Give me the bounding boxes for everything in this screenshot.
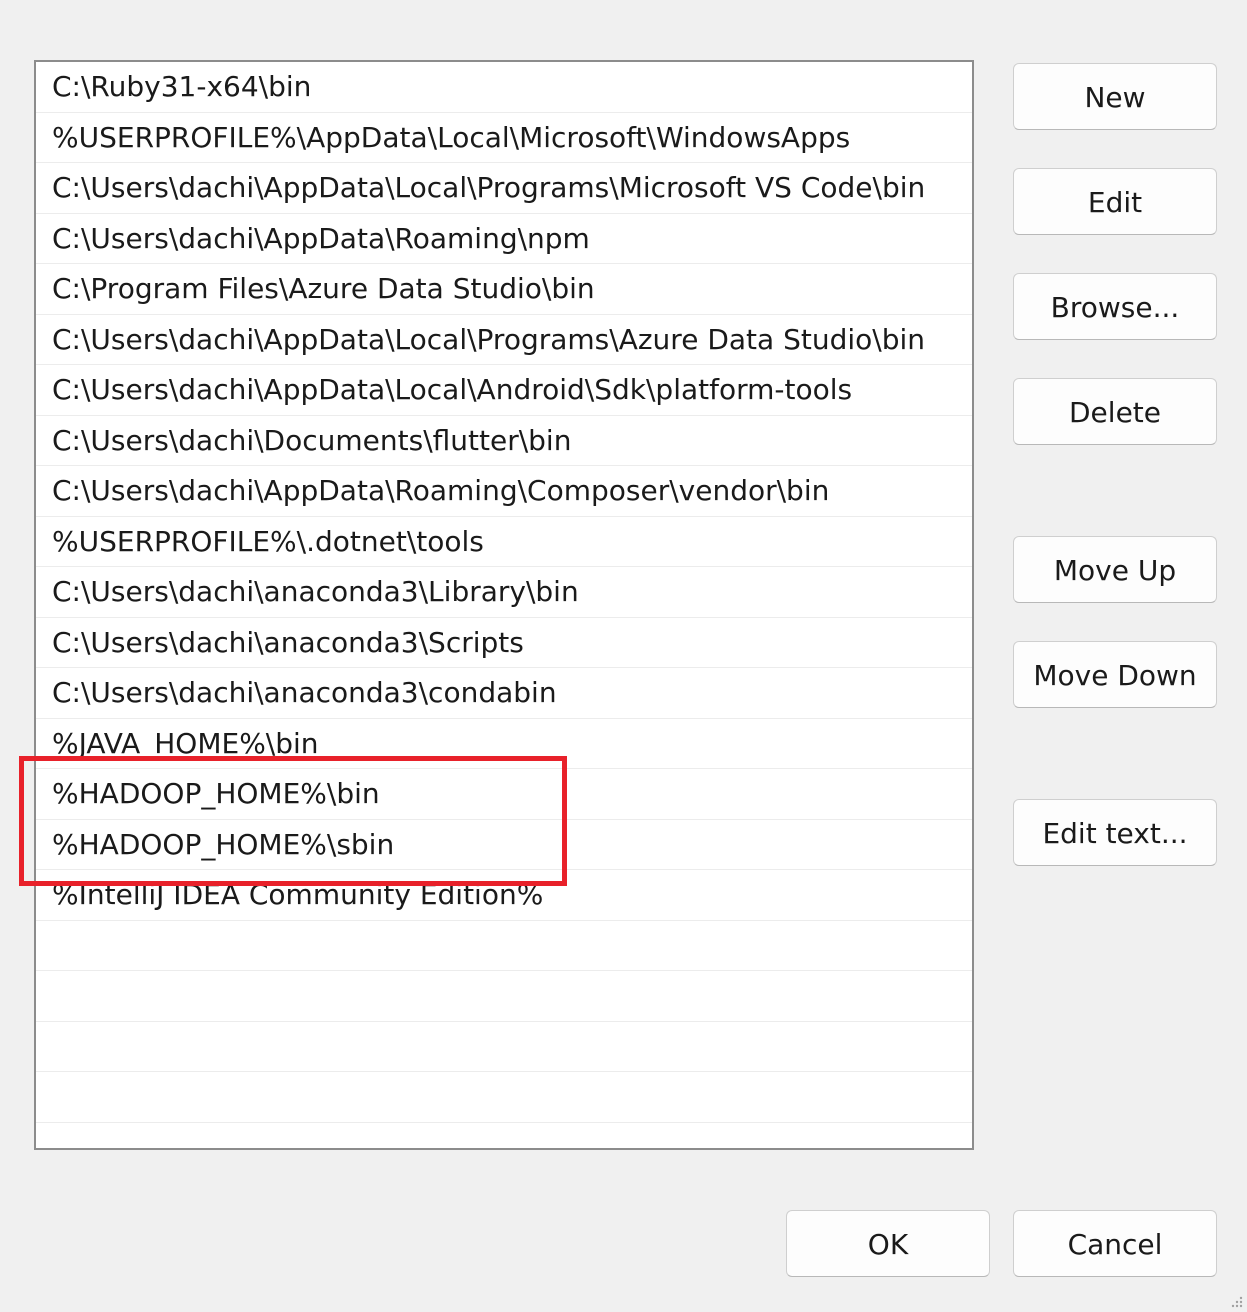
path-entry-row[interactable]: C:\Ruby31-x64\bin [36,62,972,113]
path-entry-row[interactable]: %USERPROFILE%\.dotnet\tools [36,517,972,567]
edit-text-button[interactable]: Edit text... [1013,799,1217,866]
path-entry-row[interactable]: C:\Users\dachi\Documents\flutter\bin [36,416,972,466]
path-entry-row[interactable]: C:\Program Files\Azure Data Studio\bin [36,264,972,315]
path-entry-row[interactable]: C:\Users\dachi\anaconda3\condabin [36,668,972,719]
path-entry-row[interactable]: C:\Users\dachi\AppData\Roaming\Composer\… [36,466,972,517]
path-entry-row[interactable]: C:\Users\dachi\AppData\Local\Android\Sdk… [36,365,972,416]
ok-button[interactable]: OK [786,1210,990,1277]
move-down-button[interactable]: Move Down [1013,641,1217,708]
empty-row[interactable] [36,1072,972,1123]
empty-row[interactable] [36,921,972,971]
path-entry-row[interactable]: C:\Users\dachi\anaconda3\Scripts [36,618,972,668]
edit-button[interactable]: Edit [1013,168,1217,235]
cancel-button[interactable]: Cancel [1013,1210,1217,1277]
path-entries-list[interactable]: C:\Ruby31-x64\bin %USERPROFILE%\AppData\… [34,60,974,1150]
path-entry-row[interactable]: C:\Users\dachi\AppData\Roaming\npm [36,214,972,264]
path-entry-row[interactable]: C:\Users\dachi\AppData\Local\Programs\Mi… [36,163,972,214]
empty-row[interactable] [36,971,972,1022]
path-entry-row[interactable]: %JAVA_HOME%\bin [36,719,972,769]
path-entry-row[interactable]: %IntelliJ IDEA Community Edition% [36,870,972,921]
path-entry-row[interactable]: %USERPROFILE%\AppData\Local\Microsoft\Wi… [36,113,972,163]
path-entry-row[interactable]: %HADOOP_HOME%\bin [36,769,972,820]
browse-button[interactable]: Browse... [1013,273,1217,340]
empty-row[interactable] [36,1123,972,1149]
path-entry-row[interactable]: C:\Users\dachi\anaconda3\Library\bin [36,567,972,618]
empty-row[interactable] [36,1022,972,1072]
delete-button[interactable]: Delete [1013,378,1217,445]
path-entry-row[interactable]: C:\Users\dachi\AppData\Local\Programs\Az… [36,315,972,365]
move-up-button[interactable]: Move Up [1013,536,1217,603]
resize-grip-icon[interactable] [1229,1294,1243,1308]
new-button[interactable]: New [1013,63,1217,130]
path-entry-row[interactable]: %HADOOP_HOME%\sbin [36,820,972,870]
